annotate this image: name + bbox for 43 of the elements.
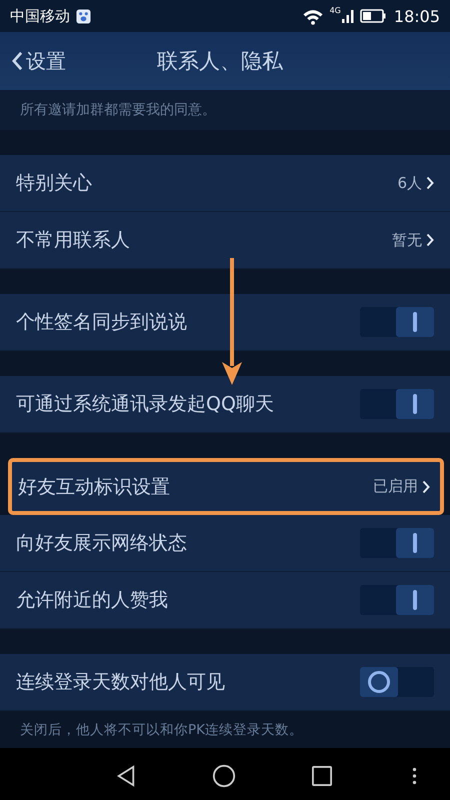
hint-text: 关闭后，他人将不可以和你PK连续登录天数。 xyxy=(19,720,304,740)
settings-row[interactable]: 不常用联系人 暂无 xyxy=(0,212,450,269)
toggle-switch[interactable] xyxy=(360,389,434,419)
row-label: 连续登录天数对他人可见 xyxy=(16,670,226,695)
home-icon[interactable] xyxy=(212,764,236,788)
toggle-switch[interactable] xyxy=(360,528,434,558)
settings-row[interactable]: 允许附近的人赞我 xyxy=(0,572,450,629)
paw-icon xyxy=(76,8,91,24)
settings-row[interactable]: 个性签名同步到说说 xyxy=(0,294,450,351)
toggle-switch[interactable] xyxy=(360,307,434,337)
row-label: 好友互动标识设置 xyxy=(18,474,171,500)
settings-row[interactable]: 好友互动标识设置 已启用 xyxy=(8,458,444,515)
recents-icon[interactable] xyxy=(312,766,332,786)
row-value: 6人 xyxy=(397,174,422,192)
battery-icon xyxy=(360,9,386,23)
more-icon[interactable] xyxy=(412,766,417,784)
row-label: 不常用联系人 xyxy=(16,228,131,253)
hint-text: 所有邀请加群都需要我的同意。 xyxy=(0,90,450,130)
toggle-switch[interactable] xyxy=(360,585,434,615)
signal-icon xyxy=(342,9,354,23)
row-label: 个性签名同步到说说 xyxy=(16,310,188,335)
row-label: 向好友展示网络状态 xyxy=(16,531,188,556)
settings-row[interactable]: 向好友展示网络状态 xyxy=(0,515,450,572)
row-label: 允许附近的人赞我 xyxy=(16,588,169,613)
clock-time: 18:05 xyxy=(394,6,440,26)
toggle-switch[interactable] xyxy=(360,667,434,697)
settings-row[interactable]: 特别关心 6人 xyxy=(0,155,450,212)
row-label: 可通过系统通讯录发起QQ聊天 xyxy=(16,392,275,417)
row-value: 已启用 xyxy=(373,477,418,496)
back-button[interactable]: 设置 xyxy=(0,48,66,74)
row-value: 暂无 xyxy=(392,230,422,250)
settings-row[interactable]: 连续登录天数对他人可见 xyxy=(0,654,450,711)
chevron-right-icon xyxy=(426,233,434,247)
chevron-left-icon xyxy=(12,51,23,71)
row-label: 特别关心 xyxy=(16,171,93,196)
wifi-icon xyxy=(302,8,324,24)
carrier-name: 中国移动 xyxy=(10,6,70,26)
chevron-right-icon xyxy=(422,480,430,494)
network-type: 4G xyxy=(330,6,341,15)
settings-row[interactable]: 可通过系统通讯录发起QQ聊天 xyxy=(0,376,450,433)
chevron-right-icon xyxy=(426,176,434,190)
back-icon[interactable] xyxy=(116,764,136,786)
page-title: 联系人、隐私 xyxy=(157,48,283,75)
